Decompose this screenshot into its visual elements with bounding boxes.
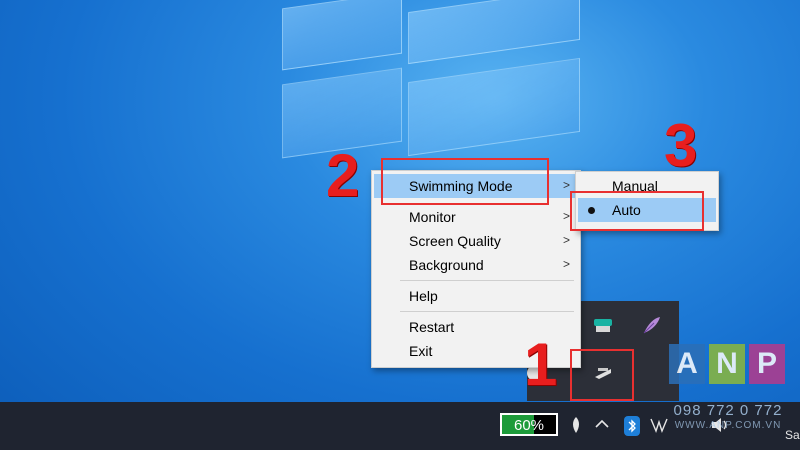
- menu-item-label: Exit: [409, 343, 433, 359]
- annotation-box-auto: [570, 191, 704, 231]
- menu-item-label: Screen Quality: [409, 233, 501, 249]
- watermark-website: WWW.ANP.COM.VN: [674, 420, 782, 431]
- chevron-right-icon: >: [562, 257, 570, 271]
- windows-logo-pane: [282, 0, 402, 71]
- bluetooth-icon[interactable]: [624, 416, 640, 441]
- menu-item-monitor[interactable]: Monitor >: [374, 205, 578, 229]
- windows-logo-pane: [408, 57, 580, 157]
- menu-item-label: Help: [409, 288, 438, 304]
- windows-logo-pane: [408, 0, 580, 65]
- watermark-letter-box: N: [709, 344, 745, 384]
- menu-separator: [400, 311, 574, 312]
- battery-percent-label: 60%: [513, 417, 545, 434]
- menu-item-label: Monitor: [409, 209, 456, 225]
- annotation-number-3: 3: [664, 112, 698, 179]
- watermark-letter-box: A: [669, 344, 705, 384]
- watermark-letter-box: P: [749, 344, 785, 384]
- watermark-phone: 098 772 0 772: [673, 402, 783, 419]
- menu-item-label: Restart: [409, 319, 455, 335]
- annotation-number-2: 2: [326, 142, 360, 209]
- menu-item-help[interactable]: Help: [374, 284, 578, 308]
- annotation-box-tray-icon: [570, 349, 634, 401]
- menu-item-label: Background: [409, 257, 484, 273]
- menu-separator: [400, 280, 574, 281]
- chevron-right-icon: >: [562, 178, 570, 192]
- app-tray-icon[interactable]: [591, 313, 615, 337]
- menu-item-background[interactable]: Background >: [374, 253, 578, 277]
- chevron-right-icon: >: [562, 209, 570, 223]
- feather-icon[interactable]: [570, 416, 582, 439]
- annotation-number-1: 1: [524, 331, 558, 398]
- battery-indicator[interactable]: 60%: [500, 413, 558, 436]
- network-icon[interactable]: [650, 416, 668, 439]
- menu-item-screen-quality[interactable]: Screen Quality >: [374, 229, 578, 253]
- chevron-up-icon[interactable]: [594, 416, 610, 437]
- watermark-logo: A N P 098 772 0 772 WWW.ANP.COM.VN: [667, 344, 789, 444]
- feather-icon[interactable]: [639, 313, 663, 337]
- chevron-right-icon: >: [562, 233, 570, 247]
- annotation-box-swimming-mode: [381, 158, 549, 205]
